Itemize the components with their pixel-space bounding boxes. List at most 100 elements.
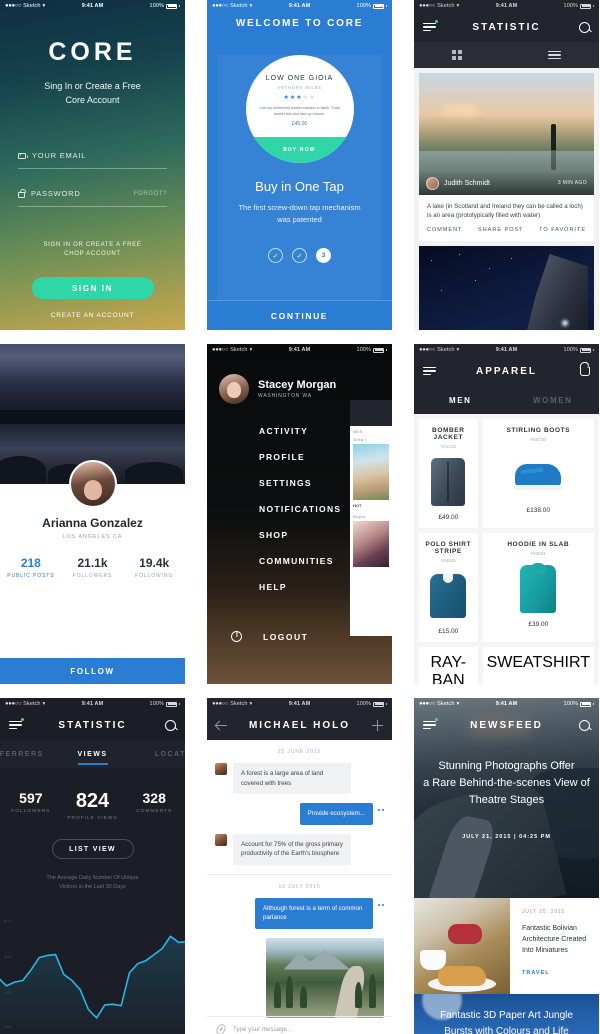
news-card[interactable]: JULY 25, 2015 Fantastic Bolivian Archite… — [414, 898, 599, 994]
product-grid: BOMBER JACKET #21215 £49.00 STIRLING BOO… — [414, 414, 599, 684]
stat-value: 19.4k — [139, 556, 170, 570]
grid-view-icon[interactable] — [452, 50, 462, 60]
tab-men[interactable]: MEN — [414, 386, 507, 414]
menu-item-shop[interactable]: SHOP — [259, 530, 392, 540]
stat-followers[interactable]: 21.1k FOLLOWERS — [62, 556, 124, 579]
stat-label: COMMENTS — [136, 809, 173, 814]
message-input-bar[interactable]: Type your message... — [207, 1016, 392, 1034]
forgot-link[interactable]: FORGOT? — [134, 191, 167, 197]
product-card[interactable]: HOODIE IN SLAB #42801 £39.00 — [482, 533, 594, 642]
product-circle: LOW ONE GIOIA ANTHONY MILES ★★★★★ Low to… — [245, 55, 354, 163]
product-price: £15.00 — [438, 628, 459, 635]
screen-chat: ●●●○○ Sketch ▾ 9:41 AM 100% MICHAEL HOLO 2… — [196, 698, 403, 1034]
share-post-action[interactable]: SHARE POST — [478, 227, 523, 233]
date-separator: 25 JUNE 2015 — [277, 749, 322, 755]
plus-icon[interactable] — [372, 719, 383, 731]
message-status-dots-icon — [378, 809, 384, 811]
product-image — [423, 567, 474, 625]
avatar[interactable] — [219, 374, 249, 404]
product-price: £49.00 — [438, 514, 459, 521]
news-card-tag[interactable]: TRAVEL — [522, 970, 589, 976]
battery-icon — [580, 347, 591, 353]
nav-bar: NEWSFEED — [414, 710, 599, 740]
profile-cover-photo: ●●●○○Sketch▾ 9:41 AM 100% PROFILE — [0, 344, 185, 508]
page-title: APPAREL — [475, 365, 538, 377]
product-card[interactable]: SWEATSHIRT — [482, 647, 594, 684]
message-bubble[interactable]: Provide ecosystem... — [299, 803, 373, 825]
buy-now-button[interactable]: BUY NOW — [245, 137, 354, 163]
step-dot-2[interactable]: ✓ — [292, 248, 307, 263]
product-card[interactable]: STIRLING BOOTS #65720 £138.00 — [482, 419, 594, 528]
cart-icon[interactable] — [580, 366, 590, 376]
menu-item-profile[interactable]: PROFILE — [259, 452, 392, 462]
comment-action[interactable]: COMMENT — [427, 227, 462, 233]
tab-locations[interactable]: LOCATIONS — [155, 751, 185, 758]
to-favorite-action[interactable]: TO FAVORITE — [539, 227, 586, 233]
product-image — [423, 453, 474, 511]
news-card-title-line3: Into Miniatures — [522, 947, 568, 954]
stat-label: FOLLOWERS — [11, 809, 51, 814]
product-card[interactable]: RAY-BAN ERIKA — [419, 647, 478, 684]
continue-button[interactable]: CONTINUE — [207, 300, 392, 330]
step-dot-1[interactable]: ✓ — [268, 248, 283, 263]
search-icon[interactable] — [165, 719, 176, 731]
welcome-card: LOW ONE GIOIA ANTHONY MILES ★★★★★ Low to… — [217, 55, 382, 300]
attachment-clip-icon[interactable] — [214, 1022, 228, 1034]
post-photo: Judith Schmidt 3 MIN AGO — [419, 73, 594, 195]
nav-bar: APPAREL — [414, 356, 599, 386]
news-card-bottom[interactable]: Fantastic 3D Paper Art Jungle Bursts wit… — [414, 994, 599, 1034]
list-view-icon[interactable] — [548, 50, 561, 60]
message-bubble[interactable]: Although forest is a term of common parl… — [255, 897, 373, 929]
stat-public-posts[interactable]: 218 PUBLIC POSTS — [0, 556, 62, 579]
menu-item-settings[interactable]: SETTINGS — [259, 478, 392, 488]
product-name: LOW ONE GIOIA — [265, 75, 334, 82]
hero-headline: Stunning Photographs Offer a Rare Behind… — [422, 758, 591, 809]
message-status-dots-icon — [378, 903, 384, 906]
product-price: £138.00 — [526, 507, 551, 514]
screen-apparel: ●●●○○ Sketch ▾ 9:41 AM 100% APPAREL MEN WO… — [414, 344, 599, 684]
logout-label: LOGOUT — [263, 631, 309, 642]
battery-cap-icon — [593, 4, 594, 8]
battery-cap-icon — [386, 702, 387, 706]
menu-user-header[interactable]: Stacey Morgan WASHINGTON WA — [207, 356, 392, 404]
screens-grid: ●●●○○ Sketch ▾ 9:41 AM 100% CORE Sing In o… — [0, 0, 600, 1034]
message-bubble[interactable]: A forest is a large area of land covered… — [233, 763, 351, 794]
screen-statistic-feed: ●●●○○ Sketch ▾ 9:41 AM 100% STATISTIC Ju… — [414, 0, 599, 330]
list-view-button[interactable]: LIST VIEW — [51, 839, 134, 859]
hero-meta: JULY 21, 2015 | 04:25 PM — [414, 834, 599, 840]
stat-value: 328 — [142, 790, 166, 806]
search-icon[interactable] — [579, 21, 590, 33]
battery-label: 100% — [563, 347, 578, 353]
create-account-link[interactable]: CREATE AN ACCOUNT — [18, 312, 167, 319]
menu-item-notifications[interactable]: NOTIFICATIONS — [259, 504, 392, 514]
y-axis-tick-600: 600 — [4, 954, 12, 959]
stat-label: FOLLOWING — [135, 573, 174, 579]
profile-avatar[interactable] — [68, 460, 117, 508]
message-bubble[interactable]: Account for 75% of the gross primary pro… — [233, 833, 351, 865]
menu-item-help[interactable]: HELP — [259, 582, 392, 592]
feed-post-photo-2[interactable] — [419, 246, 594, 330]
tab-views[interactable]: VIEWS — [77, 751, 107, 758]
nav-bar: STATISTIC — [0, 710, 185, 740]
sign-in-button[interactable]: SIGN IN — [31, 277, 154, 299]
battery-icon — [373, 347, 384, 353]
logout-button[interactable]: LOGOUT — [231, 631, 308, 642]
search-icon[interactable] — [579, 719, 590, 731]
tab-women[interactable]: WOMEN — [507, 386, 600, 414]
password-field[interactable]: PASSWORD FORGOT? — [18, 181, 167, 207]
product-card[interactable]: BOMBER JACKET #21215 £49.00 — [419, 419, 478, 528]
menu-item-activity[interactable]: ACTIVITY — [259, 426, 392, 436]
stat-following[interactable]: 19.4k FOLLOWING — [123, 556, 185, 579]
battery-icon — [373, 3, 384, 9]
follow-button[interactable]: FOLLOW — [0, 658, 185, 684]
product-name: BOMBER JACKET — [432, 427, 465, 441]
tab-referrers[interactable]: REFERRERS — [0, 751, 44, 758]
status-bar: ●●●○○ Sketch ▾ 9:41 AM 100% — [207, 0, 392, 12]
message-image[interactable] — [266, 937, 384, 1018]
menu-item-communities[interactable]: COMMUNITIES — [259, 556, 392, 566]
stat-followers: 597 FOLLOWERS — [0, 790, 62, 821]
envelope-icon — [18, 152, 26, 159]
product-card[interactable]: POLO SHIRT STRIPE #84931 £15.00 — [419, 533, 478, 642]
step-dot-3[interactable]: 3 — [316, 248, 331, 263]
email-field[interactable]: YOUR EMAIL — [18, 143, 167, 169]
